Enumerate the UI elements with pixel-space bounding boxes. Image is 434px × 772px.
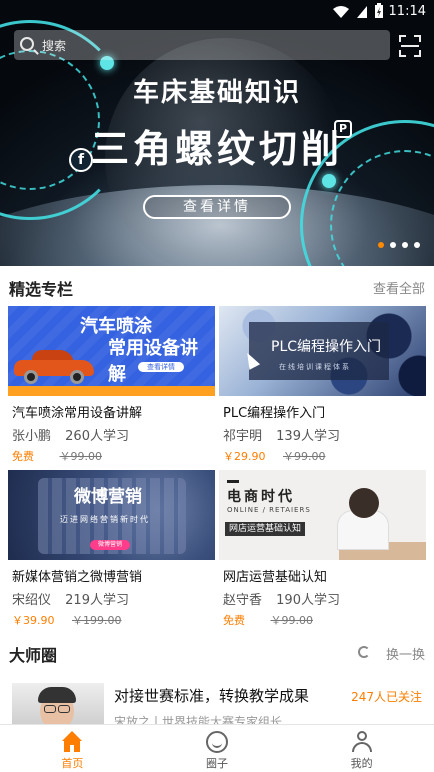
master-follow-count: 247人已关注 xyxy=(351,690,422,704)
featured-section-header: 精选专栏 查看全部 xyxy=(0,272,434,302)
user-icon xyxy=(351,731,373,753)
thumb-pill: 查看详情 xyxy=(138,362,184,372)
banner-pagination xyxy=(378,242,420,248)
course-meta: 张小鹏 260人学习 xyxy=(12,425,129,444)
course-card[interactable]: 汽车喷涂 常用设备讲解 查看详情 汽车喷涂常用设备讲解 张小鹏 260人学习 免… xyxy=(8,306,215,463)
course-thumbnail[interactable]: 汽车喷涂 常用设备讲解 查看详情 xyxy=(8,306,215,396)
price-original: ￥199.00 xyxy=(72,614,122,627)
price-original: ￥99.00 xyxy=(283,450,326,463)
course-title[interactable]: 网店运营基础认知 xyxy=(223,566,327,585)
nav-item-circle[interactable]: 圈子 xyxy=(145,725,290,772)
thumb-subheading: 迈进网络营销新时代 xyxy=(60,515,150,524)
nav-label: 圈子 xyxy=(206,757,228,770)
home-icon xyxy=(61,731,83,753)
thumb-heading: 电商时代 xyxy=(227,489,295,505)
course-price: ￥39.90 ￥199.00 xyxy=(12,612,122,628)
course-title[interactable]: 新媒体营销之微博营销 xyxy=(12,566,142,585)
flag-icon: P xyxy=(334,120,352,138)
scan-icon[interactable] xyxy=(399,35,421,57)
thumb-heading: PLC编程操作入门 xyxy=(271,339,382,355)
status-time: 11:14 xyxy=(388,4,426,19)
person-illustration xyxy=(349,488,379,518)
price-current: ￥29.90 xyxy=(223,450,266,463)
thumb-subheading: 在线培训课程体系 xyxy=(279,363,351,371)
course-meta: 祁宇明 139人学习 xyxy=(223,425,340,444)
master-item[interactable]: 对接世赛标准，转换教学成果 247人已关注 宋放之丨世界技能大赛专家组长 xyxy=(0,673,434,729)
search-placeholder: 搜索 xyxy=(42,39,67,53)
course-teacher: 赵守香 xyxy=(223,593,263,608)
course-learners: 139人学习 xyxy=(276,429,340,444)
banner-title-line1: 车床基础知识 xyxy=(132,78,301,108)
refresh-link[interactable]: 换一换 xyxy=(386,644,425,663)
master-avatar[interactable] xyxy=(12,683,104,729)
pagination-dot[interactable] xyxy=(414,242,420,248)
course-thumbnail[interactable]: 微博营销 迈进网络营销新时代 微博营销 xyxy=(8,470,215,560)
search-input[interactable]: 搜索 xyxy=(14,30,390,60)
master-title[interactable]: 对接世赛标准，转换教学成果 xyxy=(114,685,309,706)
course-teacher: 宋绍仪 xyxy=(12,593,52,608)
course-teacher: 祁宇明 xyxy=(223,429,263,444)
thumb-tag: 网店运营基础认知 xyxy=(225,522,306,536)
refresh-icon[interactable] xyxy=(358,646,370,658)
price-original: ￥99.00 xyxy=(59,450,103,463)
course-teacher: 张小鹏 xyxy=(12,429,52,444)
pagination-dot-active[interactable] xyxy=(378,242,384,248)
view-all-link[interactable]: 查看全部 xyxy=(373,278,425,297)
course-card[interactable]: 电商时代 ONLINE / RETAIERS 网店运营基础认知 网店运营基础认知… xyxy=(219,470,426,627)
thumb-heading: 微博营销 xyxy=(74,487,142,507)
course-learners: 260人学习 xyxy=(65,429,129,444)
battery-icon xyxy=(375,3,383,18)
masters-section-header: 大师圈 换一换 xyxy=(0,638,434,668)
status-bar: 11:14 xyxy=(0,0,434,24)
banner-detail-button[interactable]: 查看详情 xyxy=(143,195,291,219)
price-current: 免费 xyxy=(223,614,245,627)
car-illustration xyxy=(14,350,94,384)
banner-glow-dot xyxy=(322,174,336,188)
status-icons xyxy=(332,3,384,19)
signal-icon xyxy=(357,6,367,18)
masters-section-title: 大师圈 xyxy=(9,646,58,665)
course-learners: 219人学习 xyxy=(65,593,129,608)
featured-section-title: 精选专栏 xyxy=(9,280,74,299)
course-thumbnail[interactable]: 电商时代 ONLINE / RETAIERS 网店运营基础认知 xyxy=(219,470,426,560)
thumb-subheading: 常用设备讲解 xyxy=(108,338,198,385)
nav-label: 首页 xyxy=(61,757,84,770)
price-current: ￥39.90 xyxy=(12,614,55,627)
nav-item-profile[interactable]: 我的 xyxy=(289,725,434,772)
pagination-dot[interactable] xyxy=(402,242,408,248)
price-current: 免费 xyxy=(12,450,34,463)
nav-item-home[interactable]: 首页 xyxy=(0,725,145,772)
course-price: ￥29.90 ￥99.00 xyxy=(223,448,326,464)
thumb-subheading: ONLINE / RETAIERS xyxy=(227,506,311,514)
course-title[interactable]: PLC编程操作入门 xyxy=(223,402,325,421)
course-meta: 赵守香 190人学习 xyxy=(223,589,340,608)
course-title[interactable]: 汽车喷涂常用设备讲解 xyxy=(12,402,142,421)
search-icon xyxy=(20,37,34,51)
course-meta: 宋绍仪 219人学习 xyxy=(12,589,129,608)
course-price: 免费 ￥99.00 xyxy=(223,612,313,628)
banner-title-line2: 三角螺纹切削 xyxy=(90,127,343,171)
facebook-icon: f xyxy=(69,148,93,172)
bottom-nav: 首页 圈子 我的 xyxy=(0,724,434,772)
nav-label: 我的 xyxy=(350,757,373,770)
course-price: 免费 ￥99.00 xyxy=(12,448,102,464)
course-card[interactable]: PLC编程操作入门 在线培训课程体系 PLC编程操作入门 祁宇明 139人学习 … xyxy=(219,306,426,463)
pagination-dot[interactable] xyxy=(390,242,396,248)
price-original: ￥99.00 xyxy=(270,614,314,627)
thumb-pill: 微博营销 xyxy=(90,540,130,550)
app-screen: 车床基础知识 三角螺纹切削 f P 查看详情 11:14 搜索 精选专栏 查看全… xyxy=(0,0,434,772)
course-thumbnail[interactable]: PLC编程操作入门 在线培训课程体系 xyxy=(219,306,426,396)
circle-icon xyxy=(206,731,228,753)
course-learners: 190人学习 xyxy=(276,593,340,608)
course-card[interactable]: 微博营销 迈进网络营销新时代 微博营销 新媒体营销之微博营销 宋绍仪 219人学… xyxy=(8,470,215,627)
wifi-icon xyxy=(333,6,349,18)
